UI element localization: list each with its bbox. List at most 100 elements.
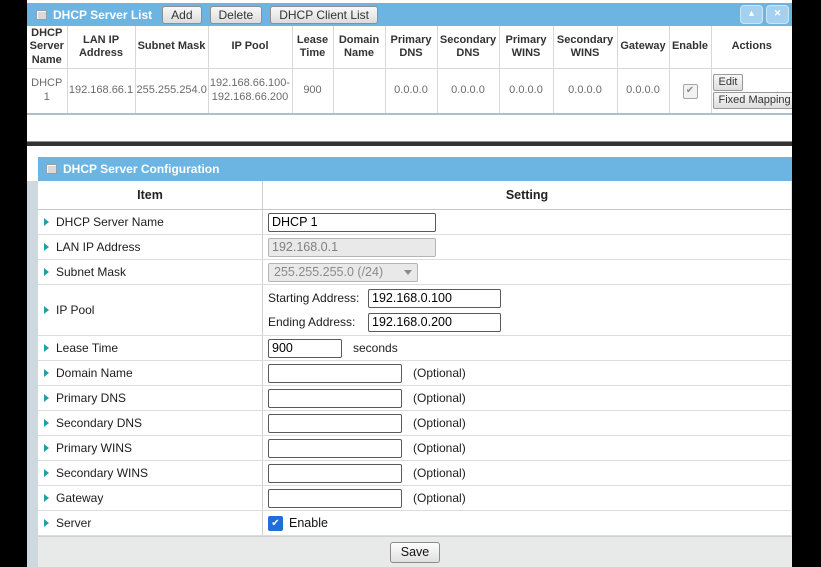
cell-primary-dns: 0.0.0.0 bbox=[385, 69, 437, 115]
panel-icon bbox=[36, 10, 47, 20]
config-form: Item Setting DHCP Server Name LAN IP Add… bbox=[38, 181, 792, 536]
arrow-bullet-icon bbox=[44, 369, 49, 377]
starting-address-label: Starting Address: bbox=[268, 291, 368, 305]
row-primary-wins: Primary WINS (Optional) bbox=[38, 436, 792, 461]
primary-wins-input[interactable] bbox=[268, 439, 402, 458]
col-gateway: Gateway bbox=[617, 26, 669, 69]
row-label: Lease Time bbox=[56, 341, 118, 355]
list-panel-title: DHCP Server List bbox=[53, 8, 152, 22]
arrow-bullet-icon bbox=[44, 519, 49, 527]
save-button[interactable]: Save bbox=[390, 542, 441, 563]
domain-name-input[interactable] bbox=[268, 364, 402, 383]
row-label: Primary WINS bbox=[56, 441, 132, 455]
row-dhcp-server-name: DHCP Server Name bbox=[38, 210, 792, 235]
dhcp-server-configuration-header: DHCP Server Configuration bbox=[38, 157, 792, 181]
row-lan-ip-address: LAN IP Address bbox=[38, 235, 792, 260]
optional-note: (Optional) bbox=[413, 366, 466, 380]
col-secondary-dns: Secondary DNS bbox=[437, 26, 499, 69]
arrow-bullet-icon bbox=[44, 344, 49, 352]
cell-subnet-mask: 255.255.254.0 bbox=[135, 69, 208, 115]
cell-domain-name bbox=[333, 69, 385, 115]
col-primary-wins: Primary WINS bbox=[499, 26, 553, 69]
arrow-bullet-icon bbox=[44, 394, 49, 402]
close-icon[interactable]: ✕ bbox=[766, 5, 789, 24]
cell-primary-wins: 0.0.0.0 bbox=[499, 69, 553, 115]
lease-time-input[interactable] bbox=[268, 339, 342, 358]
config-panel-left-strip bbox=[27, 181, 38, 567]
config-header-row: Item Setting bbox=[38, 181, 792, 210]
item-column-header: Item bbox=[38, 181, 263, 209]
arrow-bullet-icon bbox=[44, 268, 49, 276]
delete-button[interactable]: Delete bbox=[210, 6, 263, 24]
dhcp-server-name-input[interactable] bbox=[268, 213, 436, 232]
row-secondary-wins: Secondary WINS (Optional) bbox=[38, 461, 792, 486]
row-label: Gateway bbox=[56, 491, 103, 505]
row-domain-name: Domain Name (Optional) bbox=[38, 361, 792, 386]
gateway-input[interactable] bbox=[268, 489, 402, 508]
enable-checkbox-disabled: ✔ bbox=[683, 84, 698, 99]
section-divider bbox=[27, 141, 792, 146]
row-ip-pool: IP Pool Starting Address: Ending Address… bbox=[38, 285, 792, 336]
row-server: Server ✔ Enable bbox=[38, 511, 792, 536]
col-dhcp-server-name: DHCP Server Name bbox=[27, 26, 67, 69]
row-lease-time: Lease Time seconds bbox=[38, 336, 792, 361]
col-ip-pool: IP Pool bbox=[208, 26, 292, 69]
secondary-dns-input[interactable] bbox=[268, 414, 402, 433]
cell-gateway: 0.0.0.0 bbox=[617, 69, 669, 115]
optional-note: (Optional) bbox=[413, 441, 466, 455]
starting-address-input[interactable] bbox=[368, 289, 501, 308]
list-header-row: DHCP Server Name LAN IP Address Subnet M… bbox=[27, 26, 792, 69]
subnet-mask-select-disabled: 255.255.255.0 (/24) bbox=[268, 263, 418, 282]
ending-address-input[interactable] bbox=[368, 313, 501, 332]
cell-secondary-dns: 0.0.0.0 bbox=[437, 69, 499, 115]
fixed-mapping-button[interactable]: Fixed Mapping bbox=[713, 92, 793, 109]
chevron-down-icon bbox=[404, 270, 412, 275]
cell-lan-ip: 192.168.66.1 bbox=[67, 69, 135, 115]
arrow-bullet-icon bbox=[44, 494, 49, 502]
col-secondary-wins: Secondary WINS bbox=[553, 26, 617, 69]
arrow-bullet-icon bbox=[44, 218, 49, 226]
window-controls: ▲ ✕ bbox=[737, 5, 789, 24]
collapse-icon[interactable]: ▲ bbox=[740, 5, 763, 24]
setting-column-header: Setting bbox=[263, 181, 791, 209]
row-label: Primary DNS bbox=[56, 391, 126, 405]
col-domain-name: Domain Name bbox=[333, 26, 385, 69]
primary-dns-input[interactable] bbox=[268, 389, 402, 408]
server-enable-checkbox[interactable]: ✔ bbox=[268, 516, 283, 531]
dhcp-server-list-table: DHCP Server Name LAN IP Address Subnet M… bbox=[27, 26, 792, 115]
row-label: Domain Name bbox=[56, 366, 133, 380]
row-primary-dns: Primary DNS (Optional) bbox=[38, 386, 792, 411]
optional-note: (Optional) bbox=[413, 491, 466, 505]
row-label: DHCP Server Name bbox=[56, 215, 164, 229]
col-subnet-mask: Subnet Mask bbox=[135, 26, 208, 69]
row-label: Secondary WINS bbox=[56, 466, 148, 480]
col-primary-dns: Primary DNS bbox=[385, 26, 437, 69]
subnet-mask-value: 255.255.255.0 (/24) bbox=[274, 265, 383, 279]
row-label: Subnet Mask bbox=[56, 265, 126, 279]
row-label: IP Pool bbox=[56, 303, 94, 317]
cell-server-name: DHCP 1 bbox=[27, 69, 67, 115]
col-lan-ip-address: LAN IP Address bbox=[67, 26, 135, 69]
add-button[interactable]: Add bbox=[162, 6, 201, 24]
row-gateway: Gateway (Optional) bbox=[38, 486, 792, 511]
server-enable-label: Enable bbox=[289, 516, 328, 530]
row-label: Server bbox=[56, 516, 91, 530]
arrow-bullet-icon bbox=[44, 243, 49, 251]
lease-time-unit: seconds bbox=[353, 341, 398, 355]
edit-button[interactable]: Edit bbox=[713, 74, 744, 91]
panel-icon bbox=[46, 164, 57, 174]
cell-actions: Edit Fixed Mapping bbox=[711, 69, 792, 115]
ending-address-label: Ending Address: bbox=[268, 315, 368, 329]
cell-enable: ✔ bbox=[669, 69, 711, 115]
row-secondary-dns: Secondary DNS (Optional) bbox=[38, 411, 792, 436]
arrow-bullet-icon bbox=[44, 419, 49, 427]
optional-note: (Optional) bbox=[413, 391, 466, 405]
dhcp-client-list-button[interactable]: DHCP Client List bbox=[270, 6, 378, 24]
secondary-wins-input[interactable] bbox=[268, 464, 402, 483]
cell-lease-time: 900 bbox=[292, 69, 333, 115]
dhcp-server-list-header: DHCP Server List Add Delete DHCP Client … bbox=[27, 3, 792, 26]
optional-note: (Optional) bbox=[413, 416, 466, 430]
lan-ip-address-input bbox=[268, 238, 436, 257]
arrow-bullet-icon bbox=[44, 469, 49, 477]
page-content: DHCP Server List Add Delete DHCP Client … bbox=[27, 0, 792, 567]
